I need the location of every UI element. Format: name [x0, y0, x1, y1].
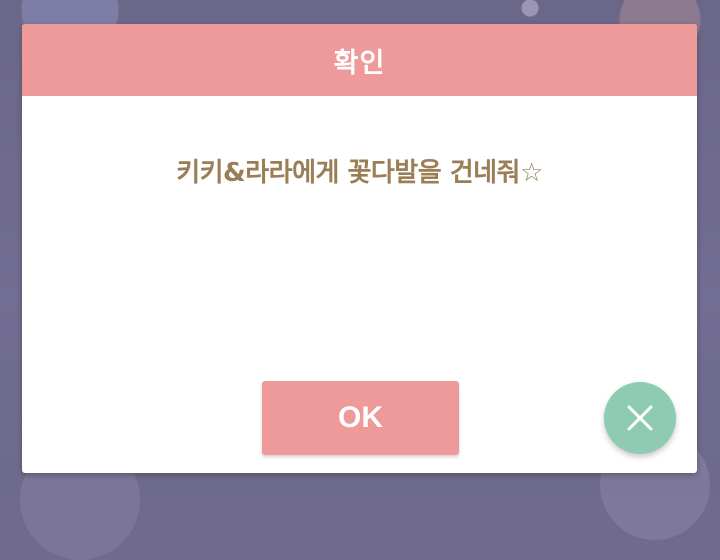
ok-button[interactable]: OK — [262, 381, 459, 455]
close-button[interactable] — [604, 382, 676, 454]
dialog-header: 확인 — [22, 24, 697, 96]
dialog-message: 키키&라라에게 꽃다발을 건네줘☆ — [176, 158, 543, 188]
ok-button-label: OK — [338, 401, 383, 434]
confirm-dialog: 확인 키키&라라에게 꽃다발을 건네줘☆ OK — [22, 24, 697, 473]
close-icon — [627, 405, 653, 431]
dialog-title: 확인 — [333, 47, 386, 79]
